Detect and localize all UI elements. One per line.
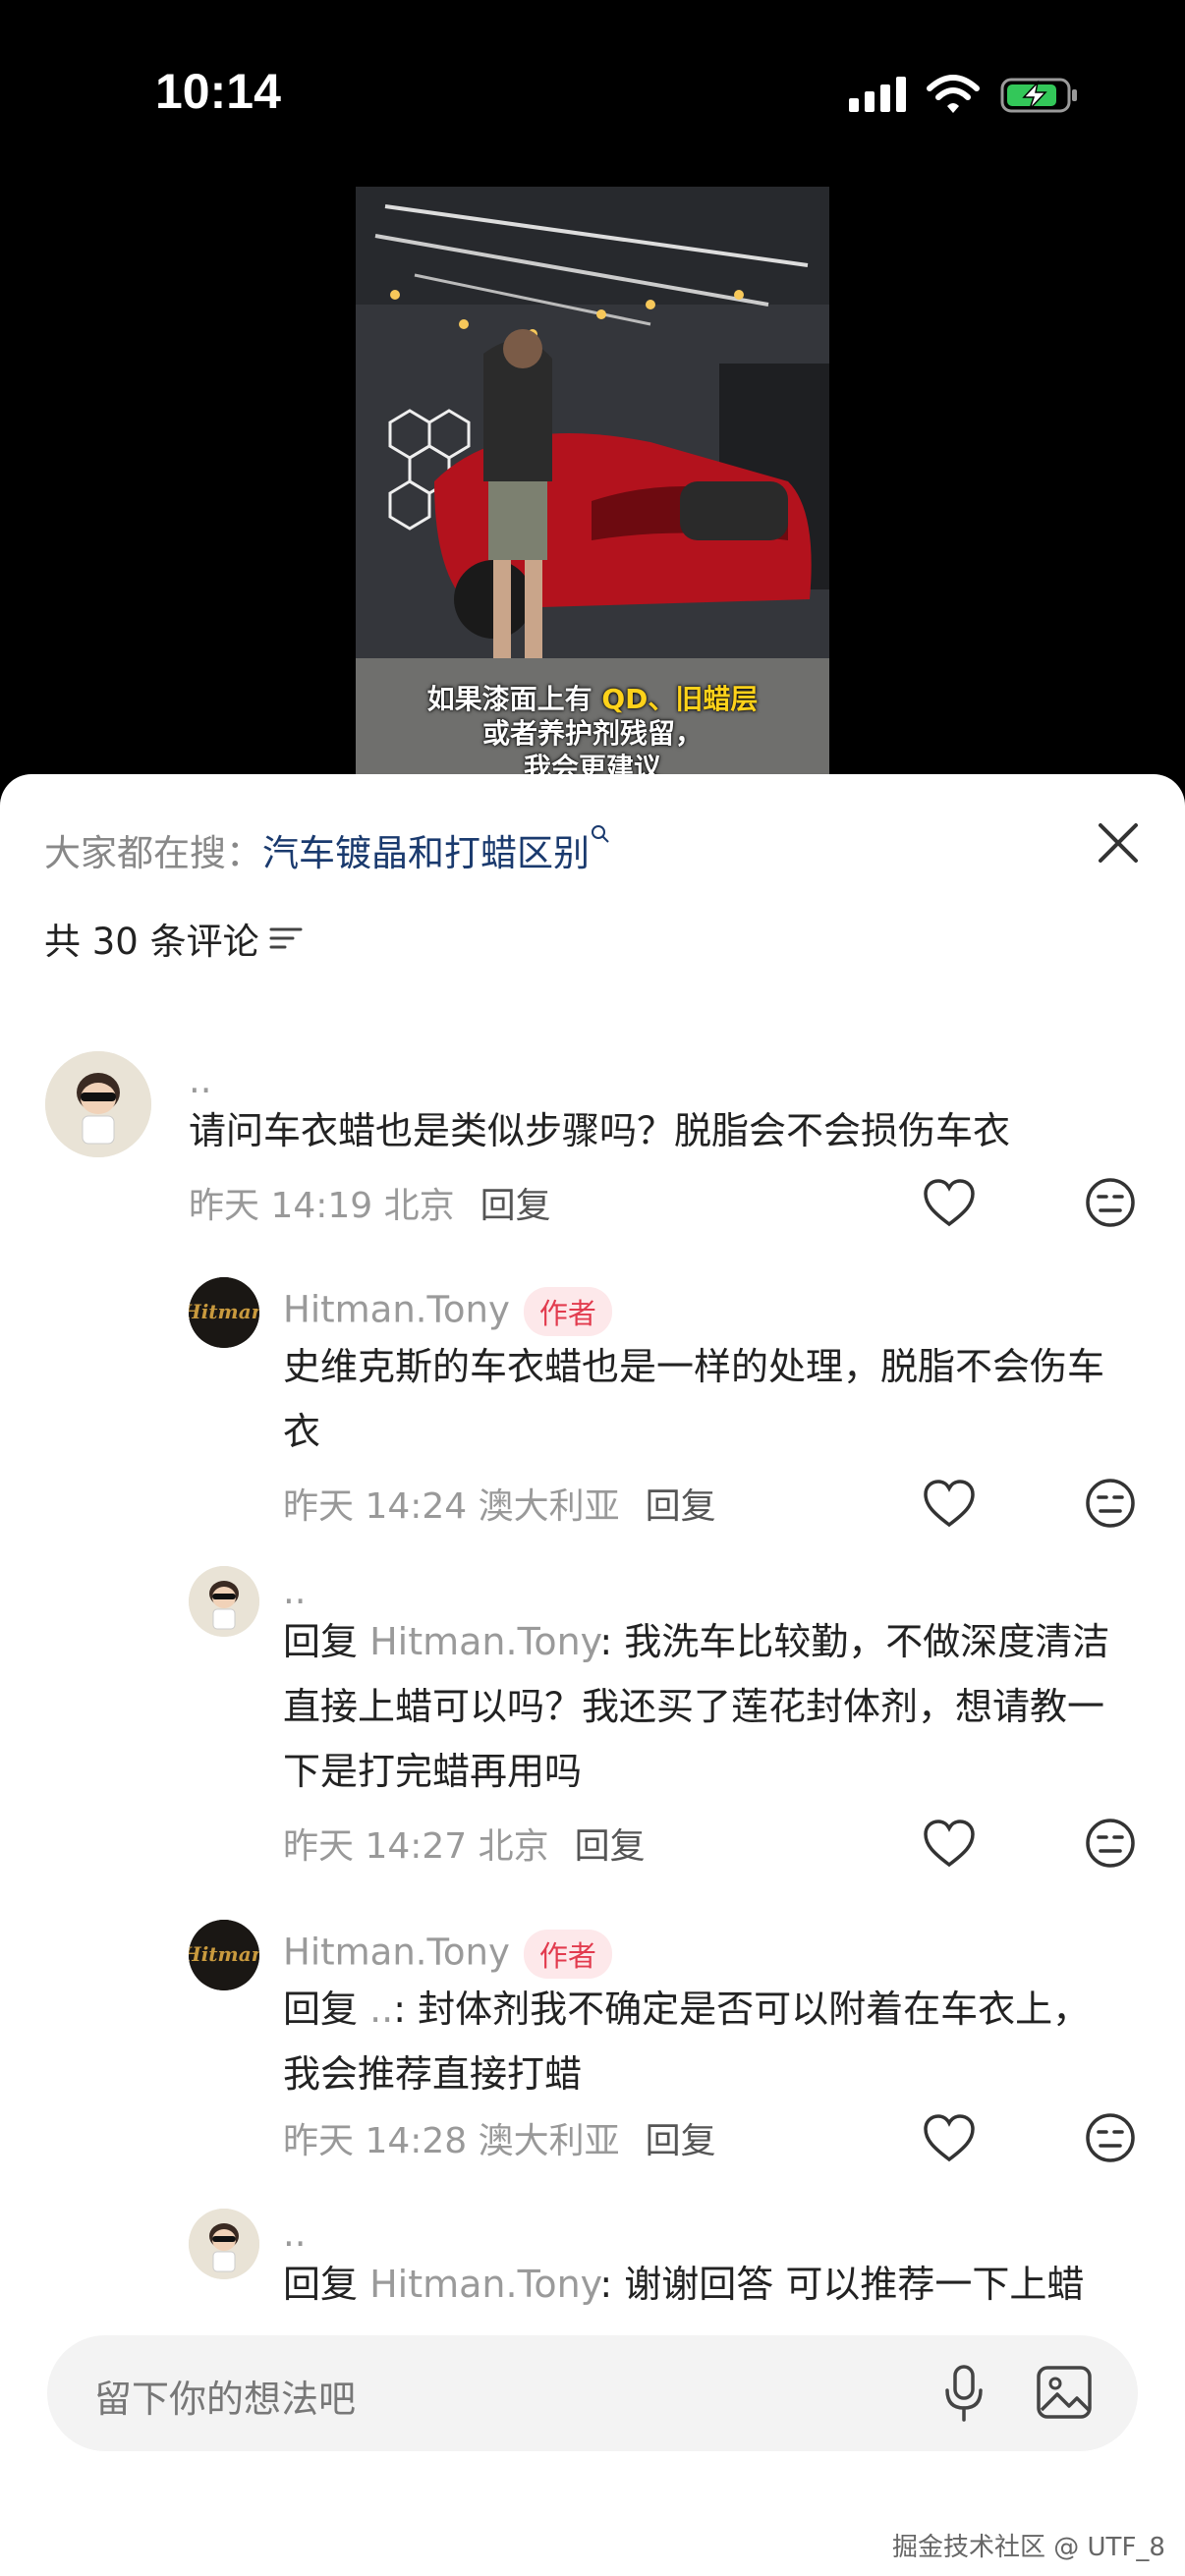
watermark: 掘金技术社区 @ UTF_8: [892, 2533, 1165, 2562]
comment-meta: 昨天 14:27 北京 回复: [283, 1818, 646, 1869]
comment-author[interactable]: ..: [283, 2212, 307, 2255]
comment-time: 昨天 14:28 澳大利亚: [283, 2121, 620, 2161]
status-time: 10:14: [155, 64, 281, 119]
comment-author[interactable]: Hitman.Tony 作者: [283, 1930, 612, 1979]
author-badge: 作者: [523, 1287, 612, 1336]
hitman-logo-avatar: Hitman: [189, 1920, 259, 1990]
comment-time: 昨天 14:24 澳大利亚: [283, 1486, 620, 1527]
reply-target-name[interactable]: Hitman.Tony: [369, 2263, 599, 2306]
comment-time: 昨天 14:19 北京: [189, 1186, 455, 1226]
trending-search-label: 大家都在搜：: [44, 832, 262, 874]
comment-count: 共 30 条评论: [44, 912, 303, 965]
battery-charging-icon: [1000, 78, 1077, 113]
dislike-face-icon[interactable]: [1085, 2112, 1136, 2163]
avatar-image: [189, 2209, 259, 2279]
like-icon[interactable]: [922, 1177, 977, 1228]
comment-meta: 昨天 14:28 澳大利亚 回复: [283, 2112, 716, 2163]
reply-button[interactable]: 回复: [646, 1486, 716, 1527]
svg-text:Hitman: Hitman: [189, 1300, 259, 1323]
video-caption-line-1: 如果漆面上有 QD、旧蜡层: [356, 678, 829, 717]
like-icon[interactable]: [922, 1818, 977, 1869]
reply-button[interactable]: 回复: [480, 1186, 551, 1226]
author-badge: 作者: [523, 1930, 612, 1979]
reply-prefix: 回复: [283, 1620, 370, 1663]
video-player[interactable]: 如果漆面上有 QD、旧蜡层 或者养护剂残留， 我会更建议: [0, 187, 1185, 776]
comment-text: 请问车衣蜡也是类似步骤吗？脱脂会不会损伤车衣: [189, 1109, 1011, 1152]
avatar-image: [189, 1566, 259, 1637]
author-name[interactable]: Hitman.Tony: [283, 1289, 510, 1331]
close-icon[interactable]: [1089, 813, 1148, 872]
reply-target-name[interactable]: Hitman.Tony: [369, 1620, 599, 1663]
reply-prefix: 回复: [283, 2263, 370, 2306]
avatar[interactable]: [189, 2209, 259, 2279]
avatar[interactable]: Hitman: [189, 1277, 259, 1348]
reply-target-name[interactable]: ..: [369, 1988, 393, 2031]
cellular-signal-icon: [849, 77, 906, 112]
sort-filter-icon[interactable]: [269, 924, 303, 953]
dislike-face-icon[interactable]: [1085, 1818, 1136, 1869]
dislike-face-icon[interactable]: [1085, 1478, 1136, 1529]
reply-body: : 封体剂我不确定是否可以附着在车衣上，我会推荐直接打蜡: [283, 1988, 1091, 2096]
reply-prefix: 回复: [283, 1988, 370, 2031]
reply-button[interactable]: 回复: [646, 2121, 716, 2161]
video-caption-line-3: 我会更建议: [523, 752, 661, 776]
wifi-icon: [927, 75, 980, 113]
search-icon: [592, 825, 609, 843]
video-frame[interactable]: 如果漆面上有 QD、旧蜡层 或者养护剂残留， 我会更建议: [356, 187, 829, 776]
caption-text: 如果漆面上有: [426, 683, 602, 715]
comment-meta: 昨天 14:19 北京 回复: [189, 1177, 551, 1228]
reply-body: : 谢谢回答 可以推荐一下上蜡: [599, 2263, 1085, 2306]
image-picker-icon[interactable]: [1036, 2365, 1093, 2420]
avatar[interactable]: [189, 1566, 259, 1637]
comment-text: 回复 ..: 封体剂我不确定是否可以附着在车衣上，我会推荐直接打蜡: [283, 1977, 1126, 2106]
hitman-logo-avatar: Hitman: [189, 1277, 259, 1348]
reply-button[interactable]: 回复: [575, 1826, 646, 1867]
caption-highlight: QD、旧蜡层: [601, 683, 759, 715]
comment-input-placeholder: 留下你的想法吧: [94, 2378, 357, 2421]
microphone-icon[interactable]: [939, 2363, 988, 2424]
avatar[interactable]: [45, 1051, 151, 1157]
comment-time: 昨天 14:27 北京: [283, 1826, 549, 1867]
comment-author[interactable]: ..: [283, 1570, 307, 1612]
comment-input[interactable]: 留下你的想法吧: [47, 2335, 1138, 2451]
comment-meta: 昨天 14:24 澳大利亚 回复: [283, 1478, 716, 1529]
video-caption-line-2: 或者养护剂残留，: [481, 717, 703, 750]
comment-text: 回复 Hitman.Tony: 我洗车比较勤，不做深度清洁直接上蜡可以吗？我还买…: [283, 1609, 1134, 1804]
author-name[interactable]: Hitman.Tony: [283, 1932, 510, 1974]
dislike-face-icon[interactable]: [1085, 1177, 1136, 1228]
avatar-image: [45, 1051, 151, 1157]
like-icon[interactable]: [922, 2112, 977, 2163]
like-icon[interactable]: [922, 1478, 977, 1529]
comment-text: 史维克斯的车衣蜡也是一样的处理，脱脂不会伤车衣: [283, 1345, 1105, 1453]
comment-sheet: 大家都在搜：汽车镀晶和打蜡区别 共 30 条评论 .. 请问车衣蜡也是类似步骤吗…: [0, 774, 1185, 2576]
comment-count-label: 共 30 条评论: [44, 921, 259, 963]
trending-search: 大家都在搜：汽车镀晶和打蜡区别: [44, 823, 611, 876]
trending-search-link[interactable]: 汽车镀晶和打蜡区别: [262, 832, 590, 874]
comment-author[interactable]: ..: [189, 1059, 212, 1101]
status-bar: 10:14: [0, 0, 1185, 187]
comment-author[interactable]: Hitman.Tony 作者: [283, 1287, 612, 1336]
svg-text:Hitman: Hitman: [189, 1942, 259, 1966]
avatar[interactable]: Hitman: [189, 1920, 259, 1990]
